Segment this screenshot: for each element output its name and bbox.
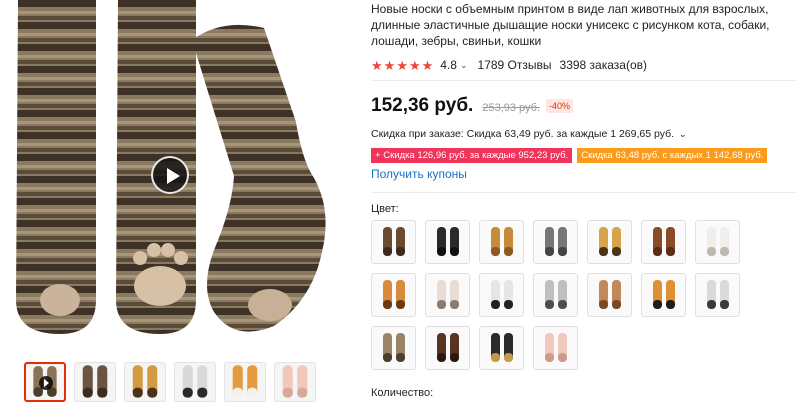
product-info: Новые носки с объемным принтом в виде ла… bbox=[371, 0, 796, 399]
sock-pair-image bbox=[490, 280, 513, 309]
sock-pair-image bbox=[82, 365, 108, 398]
order-discount-dropdown[interactable]: Скидка при заказе: Скидка 63,49 руб. за … bbox=[371, 128, 686, 140]
star-icon: ★ bbox=[408, 57, 421, 73]
sock-pair-image bbox=[490, 227, 513, 256]
star-icon: ★ bbox=[371, 57, 383, 73]
sock-pair-image bbox=[282, 365, 308, 398]
discount-badge: -40% bbox=[546, 99, 574, 113]
sock-pair-image bbox=[598, 280, 621, 309]
rating-row: ★ ★ ★ ★ ★ 4.8 ⌄ 1789 Отзывы 3398 заказа(… bbox=[371, 58, 796, 72]
quantity-label: Количество: bbox=[371, 387, 434, 399]
sock-pair-image bbox=[652, 280, 675, 309]
color-swatch-dalmatian[interactable] bbox=[695, 273, 740, 317]
coupon-list: + Скидка 126,96 руб. за каждые 952,23 ру… bbox=[371, 148, 768, 163]
product-title: Новые носки с объемным принтом в виде ла… bbox=[371, 2, 770, 48]
product-gallery bbox=[0, 0, 352, 402]
original-price: 253,93 руб. bbox=[482, 102, 541, 114]
color-swatch-chestnut[interactable] bbox=[641, 220, 686, 264]
color-swatch-golden[interactable] bbox=[479, 220, 524, 264]
divider bbox=[371, 80, 796, 81]
thumb-2[interactable] bbox=[74, 362, 116, 402]
color-swatch-dark-brown[interactable] bbox=[425, 326, 470, 370]
sock-pair-image bbox=[544, 280, 567, 309]
rating-stars: ★ ★ ★ ★ ★ bbox=[371, 59, 433, 72]
color-swatch-tiger[interactable] bbox=[641, 273, 686, 317]
color-swatch-tiger-orange[interactable] bbox=[371, 273, 416, 317]
sock-pair-image bbox=[182, 365, 208, 398]
plus-icon: + bbox=[375, 150, 381, 161]
color-swatch-tabby[interactable] bbox=[371, 326, 416, 370]
thumb-4[interactable] bbox=[174, 362, 216, 402]
coupon-red[interactable]: + Скидка 126,96 руб. за каждые 952,23 ру… bbox=[371, 148, 573, 163]
rating-value[interactable]: 4.8 bbox=[440, 58, 457, 72]
price-row: 152,36 руб. 253,93 руб. -40% bbox=[371, 95, 574, 117]
chevron-down-icon: ⌄ bbox=[678, 129, 687, 139]
color-swatch-black[interactable] bbox=[425, 220, 470, 264]
sock-pair-image bbox=[132, 365, 158, 398]
sock-pair-image bbox=[706, 227, 729, 256]
coupon-red-text: Скидка 126,96 руб. за каждые 952,23 руб. bbox=[383, 150, 569, 161]
thumb-5[interactable] bbox=[224, 362, 266, 402]
sock-pair-image bbox=[598, 227, 621, 256]
reviews-link[interactable]: 1789 Отзывы bbox=[478, 58, 552, 72]
sock-pair-image bbox=[436, 227, 459, 256]
orders-count: 3398 заказа(ов) bbox=[559, 58, 647, 72]
sock-pair-image bbox=[544, 227, 567, 256]
thumb-6[interactable] bbox=[274, 362, 316, 402]
sock-pair-image bbox=[232, 365, 258, 398]
sock-pair-image bbox=[436, 333, 459, 362]
color-swatch-brown-stripe[interactable] bbox=[371, 220, 416, 264]
color-label: Цвет: bbox=[371, 203, 399, 215]
play-icon bbox=[39, 376, 53, 390]
star-icon: ★ bbox=[383, 57, 396, 73]
color-swatch-grey[interactable] bbox=[533, 220, 578, 264]
thumb-video[interactable] bbox=[24, 362, 66, 402]
get-coupons-link[interactable]: Получить купоны bbox=[371, 167, 467, 181]
sock-pair-image bbox=[382, 280, 405, 309]
color-swatch-white[interactable] bbox=[695, 220, 740, 264]
color-swatch-pink-white[interactable] bbox=[425, 273, 470, 317]
sock-pair-image bbox=[490, 333, 513, 362]
thumb-3[interactable] bbox=[124, 362, 166, 402]
sock-pair-image bbox=[382, 227, 405, 256]
current-price: 152,36 руб. bbox=[371, 95, 474, 116]
divider bbox=[371, 192, 796, 193]
sock-pair-image bbox=[652, 227, 675, 256]
color-swatch-leopard[interactable] bbox=[587, 220, 632, 264]
sock-pair-image bbox=[544, 333, 567, 362]
color-swatch-zebra[interactable] bbox=[479, 273, 524, 317]
coupon-orange[interactable]: Скидка 63,48 руб. с каждых 1 142,68 руб. bbox=[577, 148, 768, 163]
coupon-orange-text: Скидка 63,48 руб. с каждых 1 142,68 руб. bbox=[581, 150, 764, 161]
color-swatch-black-gold[interactable] bbox=[479, 326, 524, 370]
sock-pair-image bbox=[436, 280, 459, 309]
color-swatches bbox=[371, 220, 751, 370]
star-icon: ★ bbox=[396, 57, 408, 73]
color-swatch-pig-pink[interactable] bbox=[533, 326, 578, 370]
play-video-button[interactable] bbox=[151, 156, 189, 194]
chevron-down-icon[interactable]: ⌄ bbox=[460, 60, 468, 71]
color-swatch-snow-leopard[interactable] bbox=[533, 273, 578, 317]
sock-pair-image bbox=[706, 280, 729, 309]
sock-pair-image bbox=[382, 333, 405, 362]
star-icon: ★ bbox=[421, 57, 434, 73]
thumbnail-strip bbox=[24, 362, 316, 402]
color-swatch-ginger-cat[interactable] bbox=[587, 273, 632, 317]
order-discount-text: Скидка при заказе: Скидка 63,49 руб. за … bbox=[371, 128, 675, 140]
